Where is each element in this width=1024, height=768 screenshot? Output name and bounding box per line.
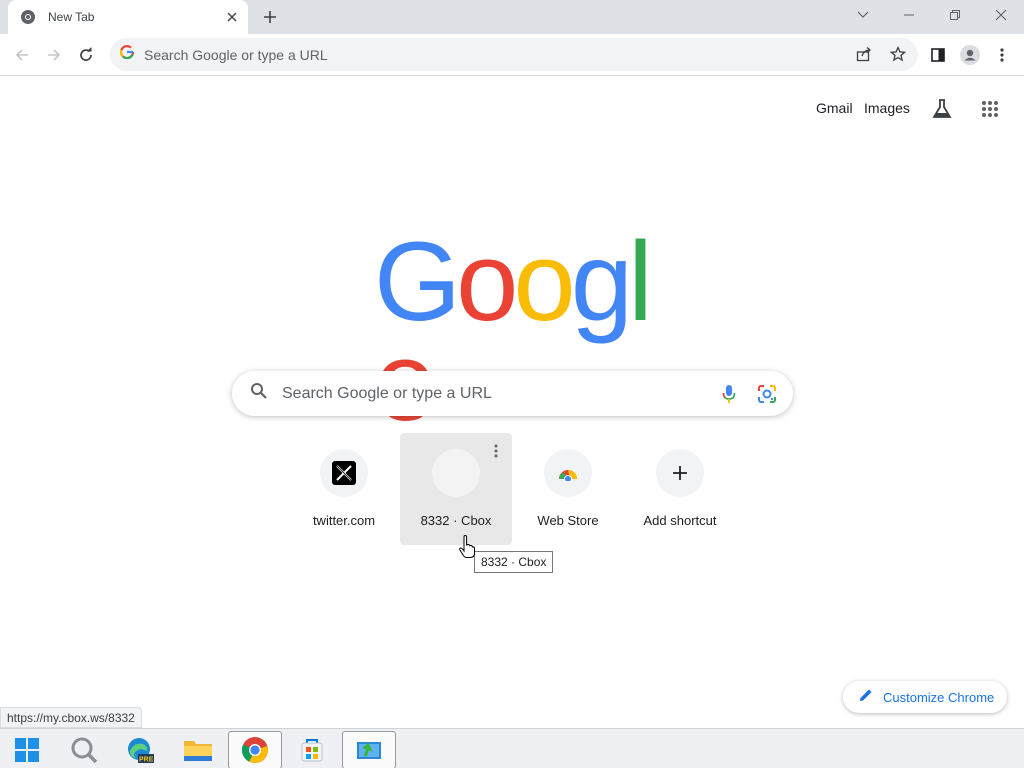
minimize-button[interactable] xyxy=(886,0,932,30)
edge-pre-icon[interactable]: PRE xyxy=(113,731,167,768)
share-icon[interactable] xyxy=(852,42,876,66)
images-link[interactable]: Images xyxy=(864,100,910,116)
bookmark-star-icon[interactable] xyxy=(886,42,910,66)
hand-cursor-icon xyxy=(459,534,475,559)
tab-title: New Tab xyxy=(48,10,95,24)
blank-favicon-icon xyxy=(432,449,480,497)
kebab-menu-icon[interactable] xyxy=(988,41,1016,69)
profile-avatar[interactable] xyxy=(956,41,984,69)
customize-chrome-label: Customize Chrome xyxy=(883,689,995,705)
omnibox[interactable]: Search Google or type a URL xyxy=(110,38,918,71)
google-g-icon xyxy=(119,44,135,64)
start-icon[interactable] xyxy=(0,731,54,768)
side-panel-icon[interactable] xyxy=(924,41,952,69)
title-bar: New Tab xyxy=(0,0,1024,34)
reload-button[interactable] xyxy=(72,41,100,69)
shortcut-label: Web Store xyxy=(537,513,599,528)
shortcut-label: twitter.com xyxy=(312,513,376,528)
search-placeholder: Search Google or type a URL xyxy=(282,384,492,402)
apps-grid-icon[interactable] xyxy=(975,94,1005,124)
omnibox-placeholder: Search Google or type a URL xyxy=(144,46,328,63)
customize-chrome-button[interactable]: Customize Chrome xyxy=(843,681,1007,713)
voice-search-mic-icon[interactable] xyxy=(717,382,741,406)
shortcut-tile[interactable]: Web Store xyxy=(512,433,624,545)
close-icon[interactable] xyxy=(222,7,242,27)
svg-text:PRE: PRE xyxy=(139,757,154,764)
restore-button[interactable] xyxy=(932,0,978,30)
shortcut-tile[interactable]: 8332 · Cbox xyxy=(400,433,512,545)
logo-letter: o xyxy=(456,219,518,344)
web-store-icon xyxy=(544,449,592,497)
labs-flask-icon[interactable] xyxy=(927,94,957,124)
shortcut-tooltip: 8332 · Cbox xyxy=(474,551,554,573)
file-explorer-icon[interactable] xyxy=(171,731,225,768)
logo-letter: G xyxy=(374,219,461,344)
forward-button[interactable] xyxy=(40,41,68,69)
chrome-icon[interactable] xyxy=(228,731,282,768)
google-logo: Google xyxy=(374,219,653,438)
logo-letter: o xyxy=(513,219,575,344)
app-installer-icon[interactable] xyxy=(342,731,396,768)
x-logo-icon xyxy=(320,449,368,497)
add-shortcut-button[interactable]: Add shortcut xyxy=(624,433,736,545)
gmail-link[interactable]: Gmail xyxy=(816,100,853,116)
shortcut-tile[interactable]: twitter.com xyxy=(288,433,400,545)
google-lens-icon[interactable] xyxy=(755,382,779,406)
tab-new-tab[interactable]: New Tab xyxy=(8,0,248,34)
logo-letter: g xyxy=(570,219,633,344)
shortcut-menu-icon[interactable] xyxy=(488,443,504,459)
new-tab-button[interactable] xyxy=(258,6,282,28)
shortcut-label: Add shortcut xyxy=(643,513,717,528)
ntp-search-box[interactable]: Search Google or type a URL xyxy=(232,371,793,416)
plus-icon xyxy=(656,449,704,497)
browser-toolbar: Search Google or type a URL xyxy=(0,34,1024,76)
store-icon[interactable] xyxy=(285,731,339,768)
back-button[interactable] xyxy=(8,41,36,69)
logo-letter: l xyxy=(628,219,653,344)
pencil-icon xyxy=(859,688,873,707)
search-icon[interactable] xyxy=(57,731,111,768)
chrome-favicon-icon xyxy=(20,9,36,25)
close-window-button[interactable] xyxy=(978,0,1024,30)
tab-search-chevron-icon[interactable] xyxy=(840,0,886,30)
shortcut-label: 8332 · Cbox xyxy=(420,513,492,528)
windows-taskbar: PRE xyxy=(0,728,1024,768)
search-icon xyxy=(250,382,268,405)
status-url-bubble: https://my.cbox.ws/8332 xyxy=(0,707,142,728)
